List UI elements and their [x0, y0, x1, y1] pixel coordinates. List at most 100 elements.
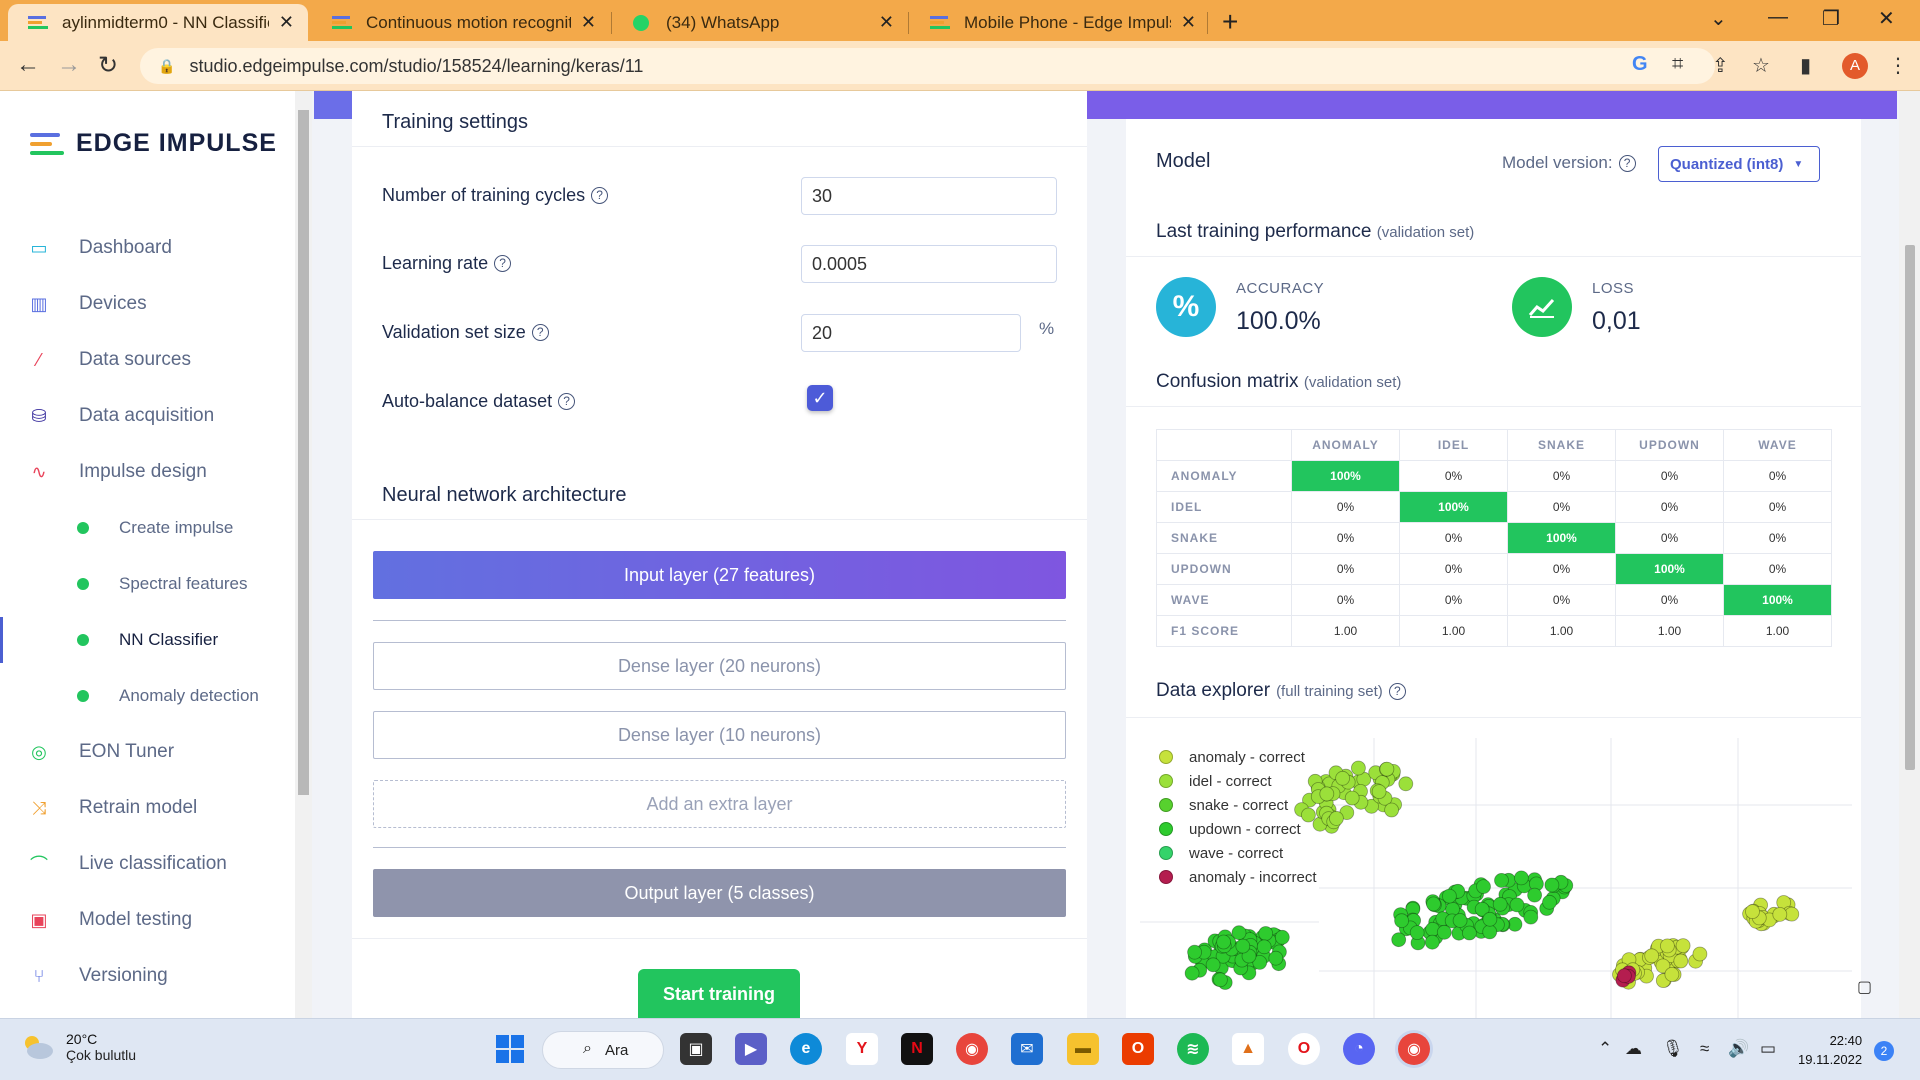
help-icon[interactable]: ?	[558, 393, 576, 410]
sidebar-item-model-testing[interactable]: ▣ Model testing	[0, 897, 290, 943]
scatter-point[interactable]	[1527, 887, 1543, 903]
scatter-point[interactable]	[1213, 972, 1228, 988]
scatter-point[interactable]	[1268, 950, 1284, 966]
sidebar-item-impulse-design[interactable]: ∿ Impulse design	[0, 449, 290, 495]
help-icon[interactable]: ?	[494, 255, 512, 272]
dense-layer-button[interactable]: Dense layer (10 neurons)	[373, 711, 1066, 759]
tab-search-icon[interactable]: ⌄	[1710, 6, 1727, 31]
scatter-point[interactable]	[1274, 929, 1290, 945]
sidebar-item-retrain-model[interactable]: ⤨ Retrain model	[0, 785, 290, 831]
taskbar-search[interactable]: ⌕ Ara	[542, 1031, 664, 1069]
main-scrollbar-thumb[interactable]	[1905, 245, 1915, 770]
help-icon[interactable]: ?	[1388, 682, 1406, 700]
feedback-icon[interactable]: ▢	[1857, 977, 1872, 997]
scatter-point[interactable]	[1384, 802, 1400, 818]
sidebar-subitem-anomaly-detection[interactable]: Anomaly detection	[0, 673, 290, 719]
scatter-point[interactable]	[1398, 776, 1414, 792]
chrome-active-icon[interactable]: ◉	[1398, 1033, 1430, 1065]
matlab-icon[interactable]: ▲	[1232, 1033, 1264, 1065]
scatter-point[interactable]	[1235, 938, 1251, 954]
scatter-point[interactable]	[1350, 760, 1366, 776]
scatter-point[interactable]	[1184, 965, 1200, 981]
sidebar-subitem-nn-classifier[interactable]: NN Classifier	[0, 617, 290, 663]
scatter-point[interactable]	[1673, 953, 1689, 969]
maximize-icon[interactable]: ❐	[1822, 6, 1840, 31]
scatter-point[interactable]	[1424, 934, 1440, 950]
tray-chevron-up-icon[interactable]: ⌃	[1598, 1039, 1612, 1059]
legend-item[interactable]: anomaly - incorrect	[1159, 865, 1317, 889]
scatter-point[interactable]	[1461, 925, 1477, 941]
scatter-point[interactable]	[1409, 925, 1425, 941]
help-icon[interactable]: ?	[531, 324, 549, 341]
tab-nn-classifier[interactable]: aylinmidterm0 - NN Classifier - E ✕	[8, 4, 308, 41]
scatter-point[interactable]	[1492, 896, 1508, 912]
scatter-point[interactable]	[1328, 811, 1344, 826]
scatter-point[interactable]	[1523, 909, 1539, 925]
profile-avatar[interactable]: A	[1842, 53, 1868, 79]
learning-rate-input[interactable]: 0.0005	[801, 245, 1057, 283]
help-icon[interactable]: ?	[1618, 154, 1636, 172]
scatter-point[interactable]	[1441, 888, 1457, 904]
sidebar-item-live-classification[interactable]: ⌒ Live classification	[0, 841, 290, 887]
training-cycles-input[interactable]: 30	[801, 177, 1057, 215]
share-icon[interactable]: ⇪	[1712, 53, 1729, 78]
legend-item[interactable]: anomaly - correct	[1159, 745, 1317, 769]
scatter-point[interactable]	[1344, 790, 1360, 806]
battery-icon[interactable]: ▭	[1760, 1039, 1776, 1059]
close-window-icon[interactable]: ✕	[1878, 6, 1895, 31]
scatter-point[interactable]	[1258, 926, 1274, 941]
scatter-point[interactable]	[1335, 770, 1351, 786]
tab-mobile-phone-docs[interactable]: Mobile Phone - Edge Impulse Do ✕	[910, 4, 1210, 41]
scatter-point[interactable]	[1205, 957, 1221, 973]
help-icon[interactable]: ?	[591, 187, 609, 204]
scatter-point[interactable]	[1692, 946, 1708, 962]
legend-item[interactable]: snake - correct	[1159, 793, 1317, 817]
scatter-point[interactable]	[1660, 938, 1675, 954]
scatter-point[interactable]	[1319, 786, 1335, 802]
legend-item[interactable]: updown - correct	[1159, 817, 1317, 841]
close-tab-icon[interactable]: ✕	[879, 12, 894, 33]
scatter-point[interactable]	[1394, 913, 1410, 929]
new-tab-button[interactable]: +	[1222, 6, 1238, 38]
scatter-point[interactable]	[1187, 944, 1202, 960]
scatter-point[interactable]	[1494, 872, 1509, 888]
microphone-icon[interactable]: 🎙	[1662, 1039, 1684, 1059]
opera-icon[interactable]: O	[1288, 1033, 1320, 1065]
sidebar-item-dashboard[interactable]: ▭ Dashboard	[0, 225, 290, 271]
address-bar[interactable]: 🔒 studio.edgeimpulse.com/studio/158524/l…	[140, 48, 1715, 84]
scatter-point[interactable]	[1544, 877, 1560, 893]
scatter-point[interactable]	[1772, 906, 1788, 922]
windows-start-icon[interactable]	[494, 1033, 526, 1065]
scatter-point[interactable]	[1482, 924, 1498, 940]
auto-balance-checkbox[interactable]: ✓	[807, 385, 833, 411]
sidebar-item-versioning[interactable]: ⑂ Versioning	[0, 953, 290, 999]
scatter-point[interactable]	[1216, 934, 1231, 950]
scatter-point[interactable]	[1231, 925, 1247, 941]
volume-icon[interactable]: 🔊	[1728, 1039, 1749, 1059]
scatter-point[interactable]	[1542, 894, 1557, 910]
scatter-point[interactable]	[1379, 761, 1395, 777]
reload-icon[interactable]: ↻	[98, 51, 118, 80]
dense-layer-button[interactable]: Dense layer (20 neurons)	[373, 642, 1066, 690]
model-version-select[interactable]: Quantized (int8) ▼	[1658, 146, 1820, 182]
forward-arrow-icon[interactable]: →	[57, 51, 81, 79]
teams-icon[interactable]: ▶	[735, 1033, 767, 1065]
close-tab-icon[interactable]: ✕	[279, 12, 294, 33]
mail-icon[interactable]: ✉	[1011, 1033, 1043, 1065]
tab-continuous-motion[interactable]: Continuous motion recognition - ✕	[312, 4, 610, 41]
scatter-point[interactable]	[1476, 879, 1491, 895]
clock[interactable]: 22:40 19.11.2022	[1798, 1031, 1862, 1069]
translate-icon[interactable]: ⌗	[1672, 53, 1683, 76]
discord-icon[interactable]: ◔	[1343, 1033, 1375, 1065]
minimize-icon[interactable]: —	[1768, 6, 1788, 29]
scatter-point[interactable]	[1616, 968, 1632, 984]
yandex-icon[interactable]: Y	[846, 1033, 878, 1065]
input-layer-button[interactable]: Input layer (27 features)	[373, 551, 1066, 599]
scatter-point[interactable]	[1664, 966, 1680, 982]
file-explorer-icon[interactable]: ▬	[1067, 1033, 1099, 1065]
scatter-point[interactable]	[1256, 939, 1272, 955]
netflix-icon[interactable]: N	[901, 1033, 933, 1065]
close-tab-icon[interactable]: ✕	[581, 12, 596, 33]
onedrive-icon[interactable]: ☁	[1625, 1039, 1642, 1059]
scatter-point[interactable]	[1509, 897, 1525, 913]
